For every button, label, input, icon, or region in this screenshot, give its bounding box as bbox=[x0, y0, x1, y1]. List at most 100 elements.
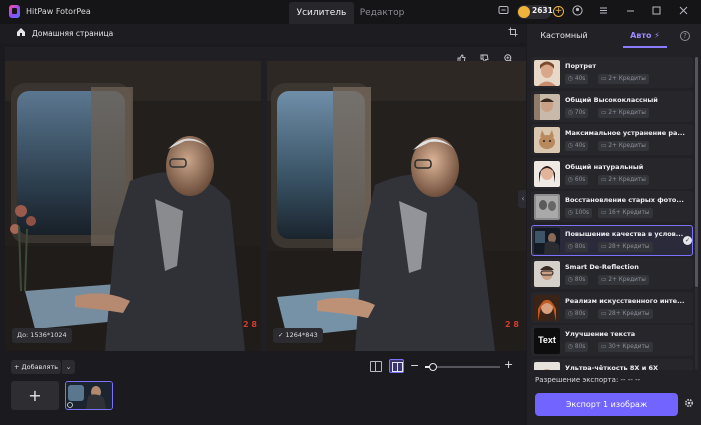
collapse-panel-handle[interactable]: ‹ bbox=[518, 190, 526, 208]
model-name: Портрет bbox=[565, 62, 597, 70]
crop-icon[interactable] bbox=[508, 27, 518, 40]
maximize-icon[interactable] bbox=[650, 5, 663, 18]
tab-custom[interactable]: Кастомный bbox=[527, 24, 601, 48]
title-bar: HitPaw FotorPea Усилитель Редактор 2631 … bbox=[0, 0, 701, 24]
add-image-tile[interactable]: + bbox=[11, 381, 59, 410]
model-thumbnail bbox=[534, 261, 560, 287]
home-link[interactable]: Домашняя страница bbox=[32, 29, 113, 38]
model-time: ◷ 80s bbox=[565, 241, 589, 252]
model-name: Общий Высококлассный bbox=[565, 95, 658, 104]
model-thumbnail bbox=[534, 60, 560, 86]
model-name: Ультра-чёткость 8X и 6X bbox=[565, 363, 659, 371]
model-credits: ▭ 2+ Кредиты bbox=[598, 74, 649, 84]
after-image bbox=[267, 61, 526, 351]
minimize-icon[interactable] bbox=[624, 5, 637, 18]
active-tab-indicator bbox=[623, 46, 667, 48]
zoom-out-icon[interactable]: − bbox=[410, 359, 419, 372]
model-credits: ▭ 30+ Кредиты bbox=[598, 342, 653, 352]
side-by-side-view-button[interactable] bbox=[389, 359, 404, 373]
tab-editor[interactable]: Редактор bbox=[354, 2, 410, 24]
image-thumbnail[interactable] bbox=[65, 381, 113, 410]
chevron-down-icon[interactable]: ⌄ bbox=[61, 360, 75, 374]
model-item[interactable]: Реализм искусственного инте... ◷ 80s ▭ 28+… bbox=[531, 291, 693, 323]
app-title: HitPaw FotorPea bbox=[26, 7, 91, 16]
model-name: Повышение качества в услов... bbox=[565, 229, 684, 238]
selected-check-icon: ✓ bbox=[683, 235, 692, 245]
tab-enhancer[interactable]: Усилитель bbox=[289, 2, 354, 24]
model-thumbnail bbox=[534, 294, 560, 321]
credits-balance[interactable]: 2631 bbox=[517, 5, 553, 19]
model-list: Портрет ◷ 40s ▭ 2+ Кредиты Общий Высококлас… bbox=[531, 57, 693, 370]
model-item[interactable]: Общий натуральный ◷ 60s ▭ 2+ Кредиты bbox=[531, 157, 693, 189]
split-view-icon[interactable] bbox=[370, 361, 382, 372]
check-icon: ✓ bbox=[278, 331, 286, 339]
gear-icon[interactable] bbox=[684, 398, 694, 411]
export-button[interactable]: Экспорт 1 изображ bbox=[535, 393, 678, 416]
clock-icon: ◷ bbox=[568, 109, 575, 116]
model-item[interactable]: Повышение качества в услов... ◷ 80s ▭ 28+ … bbox=[531, 224, 693, 256]
clock-icon: ◷ bbox=[568, 143, 575, 149]
app-logo-icon bbox=[9, 5, 20, 18]
model-item[interactable]: Smart De-Reflection ◷ 80s ▭ 2+ Кредиты bbox=[531, 258, 693, 289]
model-item[interactable]: Портрет ◷ 40s ▭ 2+ Кредиты bbox=[531, 57, 693, 88]
zoom-slider[interactable] bbox=[425, 363, 500, 371]
model-thumbnail-text: Text bbox=[538, 335, 556, 345]
model-list-scrollbar[interactable] bbox=[695, 57, 698, 370]
model-name: Максимальное устранение ра... bbox=[565, 129, 685, 137]
model-time: ◷ 80s bbox=[565, 342, 589, 352]
model-time: ◷ 100s bbox=[565, 208, 592, 218]
export-resolution-label: Разрешение экспорта: -- -- -- bbox=[535, 376, 641, 384]
model-time: ◷ 70s bbox=[565, 107, 589, 118]
model-time: ◷ 80s bbox=[565, 275, 589, 285]
help-icon[interactable]: ? bbox=[680, 31, 690, 41]
model-thumbnail bbox=[534, 160, 560, 187]
model-time: ◷ 80s bbox=[565, 308, 589, 319]
clock-icon: ◷ bbox=[568, 277, 575, 283]
add-credits-icon[interactable]: + bbox=[553, 6, 564, 17]
coin-icon bbox=[518, 6, 530, 18]
clock-icon: ◷ bbox=[568, 176, 575, 183]
zoom-slider-knob[interactable] bbox=[428, 363, 437, 371]
account-icon[interactable] bbox=[571, 5, 584, 18]
bottom-toolbar: + Добавлять ⌄ + − + bbox=[0, 355, 526, 425]
model-credits: ▭ 28+ Кредиты bbox=[598, 241, 653, 252]
model-time: ◷ 40s bbox=[565, 141, 589, 151]
tab-auto[interactable]: Авто ⚡ bbox=[615, 24, 675, 48]
clock-icon: ◷ bbox=[568, 243, 575, 250]
add-image-button[interactable]: + Добавлять bbox=[11, 360, 61, 374]
model-item[interactable]: Общий Высококлассный ◷ 70s ▭ 2+ Кредиты bbox=[531, 90, 693, 122]
zoom-in-icon[interactable]: + bbox=[504, 358, 513, 371]
model-thumbnail bbox=[534, 93, 560, 120]
enhance-model-panel: Кастомный Авто ⚡ ? Портрет ◷ 40s ▭ 2+ Кред… bbox=[527, 24, 701, 425]
model-thumbnail bbox=[534, 127, 560, 153]
model-name: Улучшение текста bbox=[565, 330, 636, 338]
feedback-icon[interactable] bbox=[497, 5, 510, 18]
tab-auto-label: Авто bbox=[630, 31, 652, 40]
model-thumbnail bbox=[534, 194, 560, 220]
scrollbar-thumb[interactable] bbox=[695, 57, 698, 287]
model-item[interactable]: Text Улучшение текста ◷ 80s ▭ 30+ Кредиты bbox=[531, 325, 693, 356]
after-timestamp: 2 8 bbox=[505, 320, 519, 329]
close-icon[interactable] bbox=[677, 5, 690, 18]
menu-icon[interactable] bbox=[597, 5, 610, 18]
lightning-icon: ⚡ bbox=[654, 31, 660, 40]
model-item[interactable]: Максимальное устранение ра... ◷ 40s ▭ 2+ К… bbox=[531, 124, 693, 155]
clock-icon: ◷ bbox=[568, 76, 575, 82]
clock-icon: ◷ bbox=[568, 310, 575, 317]
model-thumbnail: Text bbox=[534, 328, 560, 354]
model-item[interactable]: Восстановление старых фото... ◷ 100s ▭ 16+… bbox=[531, 191, 693, 222]
credits-count: 2631 bbox=[532, 6, 553, 15]
model-credits: ▭ 2+ Кредиты bbox=[598, 141, 649, 151]
model-name: Smart De-Reflection bbox=[565, 263, 639, 271]
breadcrumb: Домашняя страница bbox=[0, 24, 526, 43]
model-item[interactable]: Ультра-чёткость 8X и 6X bbox=[531, 358, 693, 371]
model-time: ◷ 40s bbox=[565, 74, 589, 84]
model-credits: ▭ 2+ Кредиты bbox=[598, 174, 649, 185]
model-thumbnail bbox=[534, 227, 560, 254]
model-credits: ▭ 16+ Кредиты bbox=[598, 208, 653, 218]
clock-icon: ◷ bbox=[568, 344, 575, 350]
image-compare-viewer: До: 1536*1024 2 8 ✓ 1264*843 2 8 ‹ bbox=[5, 47, 526, 351]
home-icon[interactable] bbox=[16, 27, 26, 40]
model-name: Восстановление старых фото... bbox=[565, 196, 684, 204]
model-credits: ▭ 28+ Кредиты bbox=[598, 308, 653, 319]
